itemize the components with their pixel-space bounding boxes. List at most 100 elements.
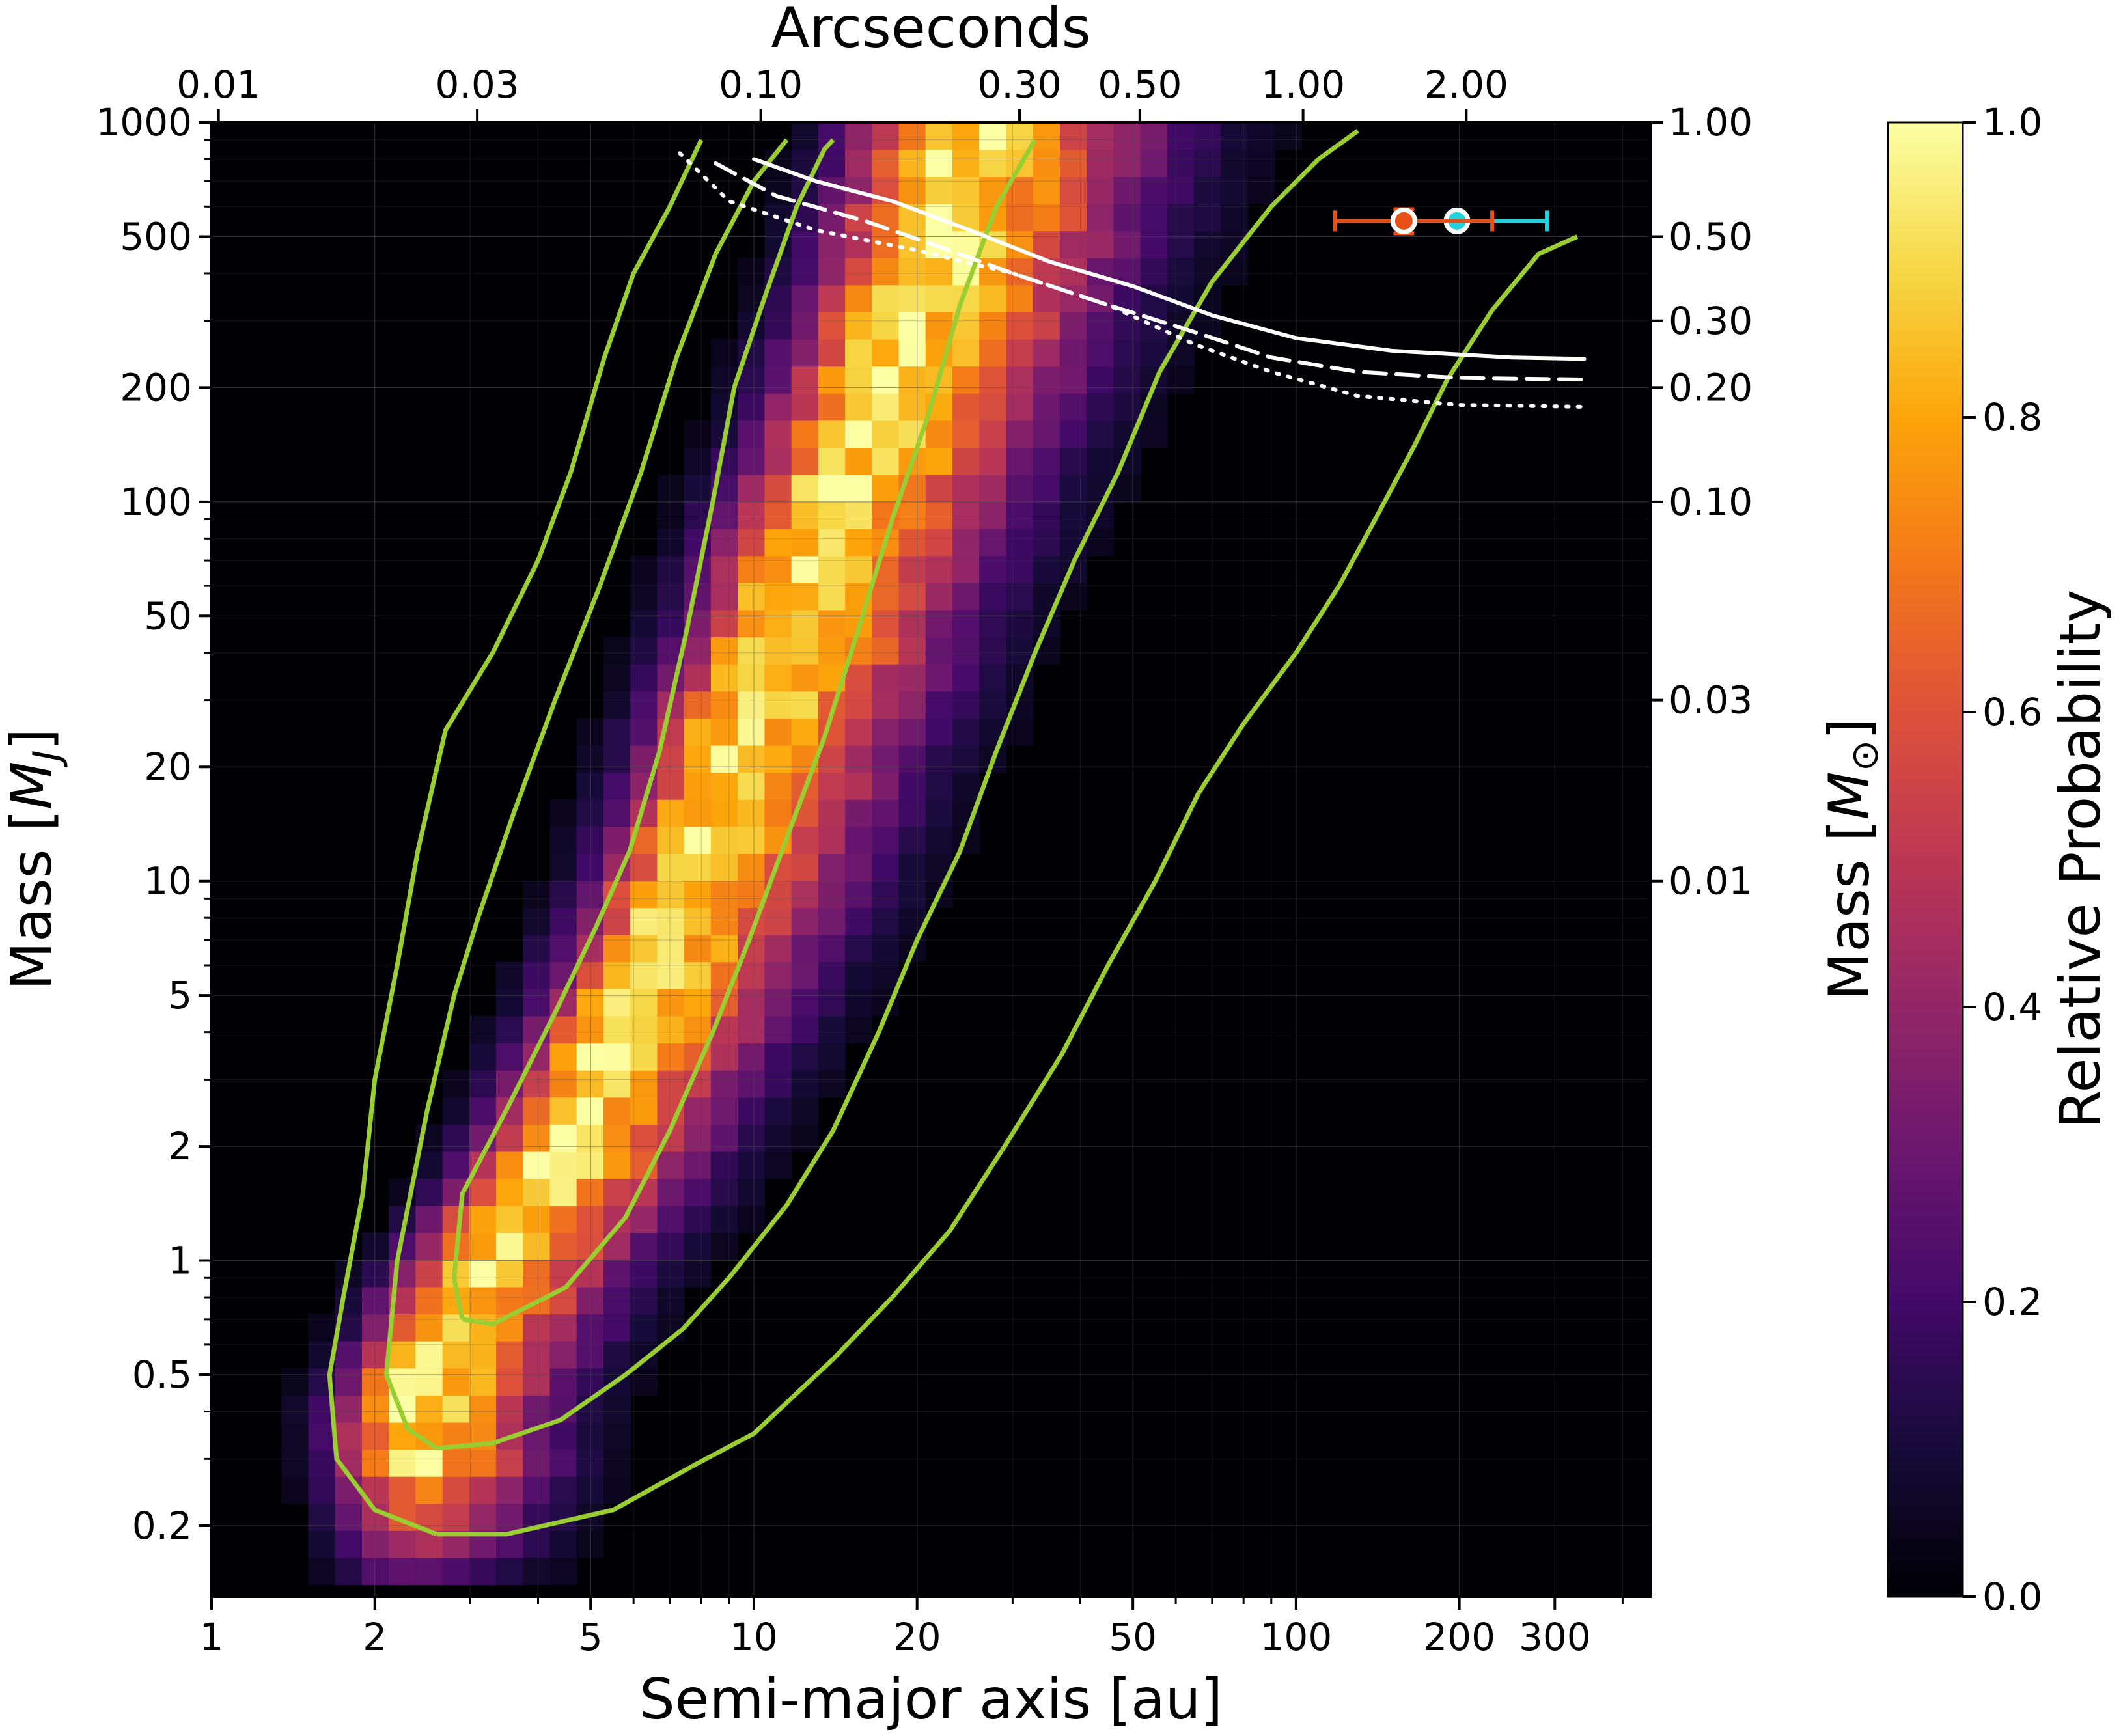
heatmap-cell xyxy=(845,691,873,719)
x-tick-label: 100 xyxy=(1260,1615,1333,1659)
heatmap-cell xyxy=(764,663,792,692)
heatmap-cell xyxy=(764,312,792,340)
heatmap-cell xyxy=(818,880,846,909)
heatmap-cell xyxy=(979,393,1007,421)
heatmap-cell xyxy=(281,1422,309,1450)
heatmap-cell xyxy=(925,501,953,529)
heatmap-cell xyxy=(1113,203,1141,232)
heatmap-cell xyxy=(1033,501,1060,529)
heatmap-cell xyxy=(1006,203,1034,232)
y-tick-label: 0.2 xyxy=(132,1504,192,1548)
heatmap-cell xyxy=(1059,420,1087,448)
heatmap-cell xyxy=(469,1097,497,1125)
heatmap-cell xyxy=(791,258,819,286)
heatmap-cell xyxy=(818,1069,846,1098)
heatmap-cell xyxy=(657,880,685,909)
heatmap-cell xyxy=(764,934,792,963)
heatmap-cell xyxy=(603,934,631,963)
heatmap-cell xyxy=(523,907,551,935)
heatmap-cell xyxy=(657,474,685,503)
heatmap-cell xyxy=(657,501,685,529)
heatmap-cell xyxy=(469,1557,497,1585)
heatmap-cell xyxy=(281,1368,309,1396)
heatmap-cell xyxy=(469,1069,497,1098)
heatmap-cell xyxy=(415,1260,443,1288)
heatmap-cell xyxy=(1033,122,1060,150)
heatmap-cell xyxy=(469,1232,497,1260)
colorbar-tick-label: 0.0 xyxy=(1982,1575,2042,1619)
heatmap-cell xyxy=(898,529,926,557)
heatmap-cell xyxy=(845,501,873,529)
heatmap-cell xyxy=(630,691,658,719)
heatmap-cell xyxy=(738,826,766,854)
heatmap-cell xyxy=(952,420,980,448)
top-tick-label: 2.00 xyxy=(1424,62,1508,107)
heatmap-cell xyxy=(925,312,953,340)
heatmap-cell xyxy=(872,122,900,150)
heatmap-cell xyxy=(872,961,900,989)
heatmap-cell xyxy=(549,826,577,854)
heatmap-cell xyxy=(764,420,792,448)
heatmap-cell xyxy=(898,583,926,611)
right-tick-label: 0.50 xyxy=(1669,214,1753,258)
heatmap-cell xyxy=(791,555,819,583)
heatmap-cell xyxy=(764,989,792,1017)
heatmap-cell xyxy=(1006,555,1034,583)
heatmap-cell xyxy=(1167,122,1195,150)
heatmap-cell xyxy=(657,907,685,935)
heatmap-cell xyxy=(872,474,900,503)
heatmap-cell xyxy=(1087,366,1115,394)
heatmap-cell xyxy=(710,1124,738,1152)
heatmap-cell xyxy=(361,1314,389,1342)
heatmap-cell xyxy=(657,555,685,583)
heatmap-cell xyxy=(630,907,658,935)
heatmap-cell xyxy=(898,663,926,692)
heatmap-cell xyxy=(361,1232,389,1260)
x-tick-label: 5 xyxy=(579,1615,603,1659)
heatmap-cell xyxy=(496,1260,523,1288)
heatmap-cell xyxy=(952,501,980,529)
heatmap-cell xyxy=(469,1314,497,1342)
heatmap-cell xyxy=(925,637,953,665)
heatmap-cell xyxy=(1087,230,1115,258)
heatmap-cell xyxy=(764,609,792,638)
heatmap-cell xyxy=(764,1015,792,1044)
heatmap-cell xyxy=(1033,230,1060,258)
heatmap-cell xyxy=(738,853,766,881)
heatmap-cell xyxy=(657,772,685,800)
top-tick-label: 0.50 xyxy=(1098,62,1182,107)
heatmap-cell xyxy=(657,1205,685,1233)
heatmap-cell xyxy=(845,1015,873,1044)
y-axis-label-symbol: M xyxy=(0,762,64,810)
right-axis-label: Mass [M⊙] xyxy=(1817,718,1887,1000)
heatmap-cell xyxy=(523,1205,551,1233)
heatmap-cell xyxy=(684,989,712,1017)
heatmap-cell xyxy=(818,826,846,854)
heatmap-cell xyxy=(925,609,953,638)
heatmap-cell xyxy=(791,961,819,989)
heatmap-cell xyxy=(764,393,792,421)
heatmap-cell xyxy=(603,663,631,692)
heatmap-cell xyxy=(872,772,900,800)
heatmap-cell xyxy=(1113,176,1141,204)
heatmap-cell xyxy=(684,826,712,854)
heatmap-cell xyxy=(764,961,792,989)
heatmap-cell xyxy=(738,393,766,421)
heatmap-cell xyxy=(1087,420,1115,448)
heatmap-cell xyxy=(872,745,900,773)
heatmap-cell xyxy=(818,393,846,421)
heatmap-cell xyxy=(469,1015,497,1044)
heatmap-cell xyxy=(1059,122,1087,150)
heatmap-cell xyxy=(1087,312,1115,340)
heatmap-cell xyxy=(684,420,712,448)
heatmap-cell xyxy=(1087,338,1115,367)
heatmap-cell xyxy=(1006,718,1034,746)
heatmap-cell xyxy=(791,718,819,746)
heatmap-cell xyxy=(630,1015,658,1044)
heatmap-cell xyxy=(710,1069,738,1098)
heatmap-cell xyxy=(1059,501,1087,529)
heatmap-cell xyxy=(630,989,658,1017)
heatmap-cell xyxy=(738,447,766,475)
heatmap-cell xyxy=(764,772,792,800)
heatmap-cell xyxy=(415,1449,443,1477)
